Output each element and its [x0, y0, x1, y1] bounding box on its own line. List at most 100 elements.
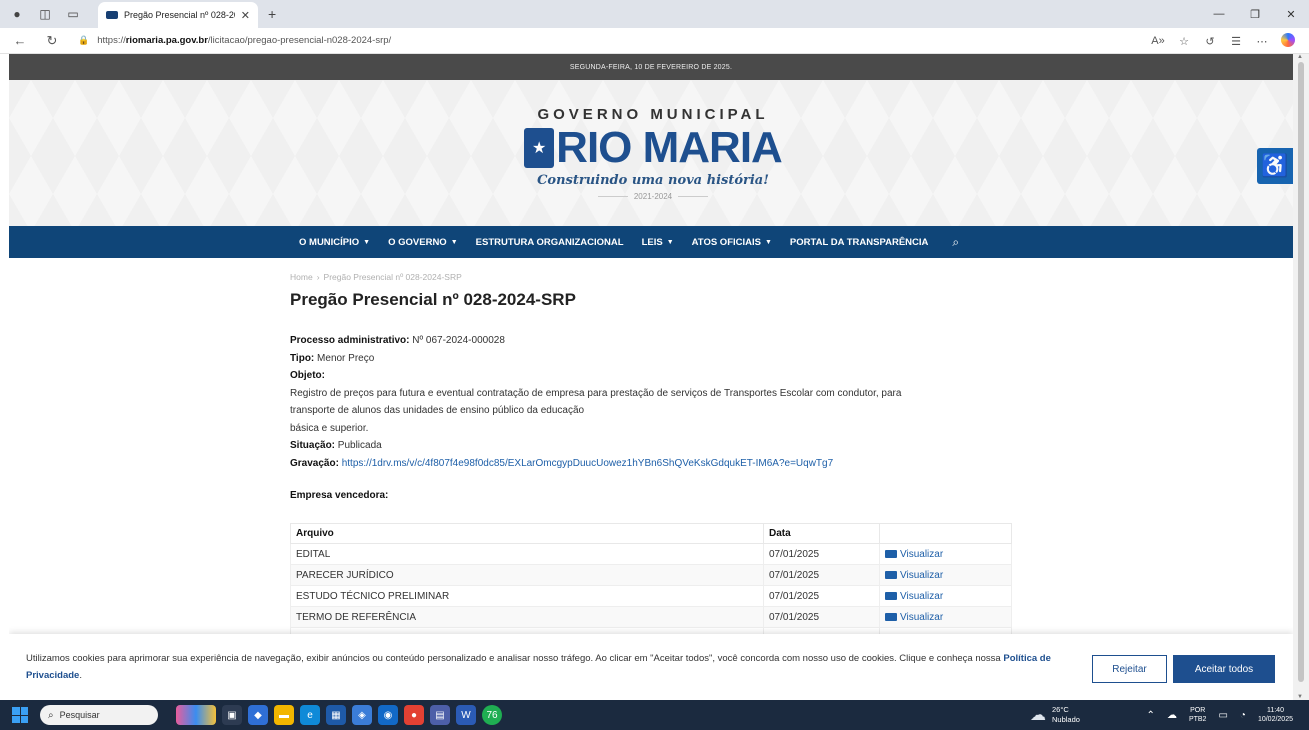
- breadcrumb-separator: ›: [316, 272, 320, 282]
- new-tab-icon[interactable]: +: [268, 6, 276, 22]
- processo-value: Nº 067-2024-000028: [412, 335, 505, 346]
- url-prefix: https://: [97, 35, 126, 46]
- breadcrumb-home[interactable]: Home: [290, 272, 313, 282]
- nav-item-atos[interactable]: ATOS OFICIAIS ▼: [692, 237, 772, 248]
- window-controls: — ❐ ✕: [1201, 0, 1309, 28]
- weather-widget[interactable]: ☁ 26°C Nublado: [1030, 702, 1080, 728]
- app-icon-1[interactable]: ◈: [352, 705, 372, 725]
- main-content: Home › Pregão Presencial nº 028-2024-SRP…: [9, 258, 1293, 649]
- clock[interactable]: 11:40 10/02/2025: [1258, 706, 1293, 724]
- nav-label: ATOS OFICIAIS: [691, 236, 761, 248]
- gravacao-row: Gravação: https://1drv.ms/v/c/4f807f4e98…: [290, 455, 1293, 473]
- taskbar-search[interactable]: ⌕ Pesquisar: [40, 705, 158, 725]
- nav-item-estrutura[interactable]: ESTRUTURA ORGANIZACIONAL: [476, 237, 624, 248]
- copilot-icon[interactable]: [1275, 32, 1301, 50]
- copilot-app-icon[interactable]: ◆: [248, 705, 268, 725]
- weather-temp: 26°C: [1052, 705, 1069, 714]
- cookie-text: Utilizamos cookies para aprimorar sua ex…: [26, 650, 1086, 684]
- cloud-icon: ☁: [1030, 707, 1046, 724]
- profile-icon[interactable]: ●: [6, 3, 28, 25]
- tender-info: Processo administrativo: Nº 067-2024-000…: [290, 332, 1293, 472]
- table-header-row: Arquivo Data: [290, 523, 1012, 544]
- tab-actions-icon[interactable]: ▭: [62, 3, 84, 25]
- word-icon[interactable]: W: [456, 705, 476, 725]
- favorites-icon[interactable]: ☰: [1223, 35, 1249, 48]
- star-icon: ★: [524, 128, 555, 168]
- url-path: /licitacao/pregao-presencial-n028-2024-s…: [207, 35, 392, 46]
- logo-years: 2021-2024: [503, 192, 803, 201]
- view-link[interactable]: Visualizar: [879, 543, 1012, 565]
- back-icon[interactable]: ←: [8, 33, 32, 48]
- store-icon[interactable]: ▦: [326, 705, 346, 725]
- close-window-icon[interactable]: ✕: [1273, 0, 1309, 28]
- chrome-icon[interactable]: ●: [404, 705, 424, 725]
- network-icon[interactable]: ▭: [1218, 710, 1227, 721]
- weather-desc: Nublado: [1052, 715, 1080, 724]
- scroll-up-icon[interactable]: ▲: [1297, 54, 1303, 60]
- objeto-row: Objeto:: [290, 367, 1293, 385]
- breadcrumb: Home › Pregão Presencial nº 028-2024-SRP: [290, 272, 1293, 282]
- more-icon[interactable]: ⋯: [1249, 35, 1275, 48]
- table-row: TERMO DE REFERÊNCIA 07/01/2025 Visualiza…: [290, 606, 1012, 628]
- app-icon-2[interactable]: ◉: [378, 705, 398, 725]
- scrollbar-thumb[interactable]: [1298, 62, 1304, 682]
- lang-layout: PTB2: [1188, 716, 1207, 723]
- restore-icon[interactable]: ❐: [1237, 0, 1273, 28]
- workspaces-icon[interactable]: ◫: [34, 3, 56, 25]
- accept-all-cookies-button[interactable]: Aceitar todos: [1173, 655, 1275, 683]
- view-link[interactable]: Visualizar: [879, 606, 1012, 628]
- breadcrumb-current: Pregão Presencial nº 028-2024-SRP: [323, 272, 462, 282]
- reject-cookies-button[interactable]: Rejeitar: [1092, 655, 1167, 683]
- address-bar[interactable]: 🔒 https://riomaria.pa.gov.br/licitacao/p…: [78, 31, 1078, 51]
- nav-item-governo[interactable]: O GOVERNO ▼: [388, 237, 458, 248]
- language-indicator[interactable]: POR PTB2: [1189, 706, 1207, 724]
- app-icon-3[interactable]: ▤: [430, 705, 450, 725]
- refresh-icon[interactable]: ↻: [40, 33, 64, 49]
- browser-toolbar: ← ↻ 🔒 https://riomaria.pa.gov.br/licitac…: [0, 28, 1309, 54]
- file-name: EDITAL: [290, 543, 764, 565]
- folder-open-icon: [885, 591, 897, 600]
- start-icon[interactable]: [12, 707, 28, 723]
- file-date: 07/01/2025: [763, 606, 880, 628]
- chevron-up-icon[interactable]: ⌃: [1147, 710, 1155, 721]
- nav-item-municipio[interactable]: O MUNICÍPIO ▼: [299, 237, 370, 248]
- read-aloud-icon[interactable]: A»: [1145, 35, 1171, 47]
- taskbar-search-label: Pesquisar: [59, 710, 100, 720]
- page-scrollbar[interactable]: ▲ ▼: [1293, 54, 1309, 700]
- minimize-icon[interactable]: —: [1201, 0, 1237, 28]
- view-label: Visualizar: [900, 569, 944, 581]
- lock-icon[interactable]: 🔒: [78, 35, 89, 46]
- browser-tabbar: ● ◫ ▭ Pregão Presencial nº 028-2024-SF ✕…: [0, 0, 1309, 28]
- file-explorer-icon[interactable]: ▬: [274, 705, 294, 725]
- widgets-icon[interactable]: [176, 705, 216, 725]
- winner-label: Empresa vencedora:: [290, 490, 389, 501]
- site-logo[interactable]: GOVERNO MUNICIPAL ★ RIO MARIA Construind…: [503, 106, 803, 201]
- tipo-label: Tipo:: [290, 352, 315, 364]
- view-link[interactable]: Visualizar: [879, 564, 1012, 586]
- chevron-down-icon: ▼: [666, 238, 674, 246]
- nav-item-leis[interactable]: LEIS ▼: [642, 237, 674, 248]
- processo-row: Processo administrativo: Nº 067-2024-000…: [290, 332, 1293, 350]
- favorite-star-icon[interactable]: ☆: [1171, 35, 1197, 48]
- task-view-icon[interactable]: ▣: [222, 705, 242, 725]
- nav-label: O MUNICÍPIO: [299, 236, 360, 248]
- view-link[interactable]: Visualizar: [879, 585, 1012, 607]
- volume-icon[interactable]: ◔: [1240, 710, 1246, 721]
- folder-open-icon: [885, 549, 897, 558]
- view-label: Visualizar: [900, 590, 944, 602]
- clock-time: 11:40: [1266, 707, 1284, 714]
- search-icon[interactable]: ⌕: [952, 235, 959, 250]
- edge-icon[interactable]: e: [300, 705, 320, 725]
- browser-tab-active[interactable]: Pregão Presencial nº 028-2024-SF ✕: [98, 2, 258, 28]
- onedrive-icon[interactable]: ☁: [1167, 710, 1177, 721]
- file-date: 07/01/2025: [763, 543, 880, 565]
- system-tray: ⌃ ☁ POR PTB2 ▭ ◔ 11:40 10/02/2025: [1141, 700, 1299, 730]
- extension-icon[interactable]: ↺: [1197, 35, 1223, 48]
- close-tab-icon[interactable]: ✕: [241, 9, 250, 22]
- gravacao-link[interactable]: https://1drv.ms/v/c/4f807f4e98f0dc85/EXL…: [342, 458, 833, 469]
- whatsapp-icon[interactable]: 76: [482, 705, 502, 725]
- situacao-value: Publicada: [337, 440, 382, 451]
- url-domain: riomaria.pa.gov.br: [125, 35, 208, 46]
- accessibility-icon[interactable]: ♿: [1257, 148, 1293, 184]
- nav-item-transparencia[interactable]: PORTAL DA TRANSPARÊNCIA: [790, 237, 928, 248]
